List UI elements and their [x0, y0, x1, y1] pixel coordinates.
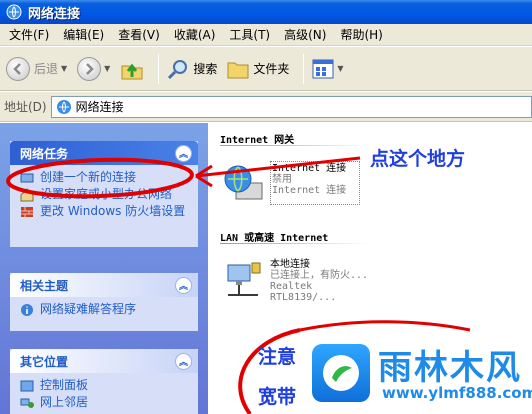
group-divider: [220, 145, 370, 146]
new-connection-icon: [20, 173, 34, 183]
forward-button[interactable]: ▼: [75, 51, 112, 87]
control-panel-icon: [20, 380, 34, 392]
task-label: 创建一个新的连接: [40, 170, 137, 184]
collapse-icon[interactable]: ︽: [175, 352, 192, 370]
task-create-connection[interactable]: 创建一个新的连接: [20, 171, 190, 185]
watermark-brand: 雨林木风: [378, 348, 522, 388]
back-arrow-icon: [6, 56, 30, 81]
connection-name: Internet 连接: [272, 163, 347, 174]
collapse-icon[interactable]: ︽: [175, 276, 192, 294]
annotation-note: 注意: [258, 346, 297, 368]
annotation-broadband: 宽带: [258, 386, 297, 408]
related-topics-header[interactable]: 相关主题 ︽: [10, 273, 198, 297]
internet-gateway-icon: [224, 165, 263, 200]
related-topics-title: 相关主题: [20, 278, 69, 293]
task-label: 控制面板: [40, 378, 89, 392]
menu-bar: 文件(F) 编辑(E) 查看(V) 收藏(A) 工具(T) 高级(N) 帮助(H…: [0, 24, 532, 46]
task-control-panel[interactable]: 控制面板: [20, 379, 190, 393]
task-label: 网络疑难解答程序: [40, 302, 137, 316]
connection-status: 已连接上，有防火...: [270, 270, 369, 281]
address-input[interactable]: 网络连接: [50, 95, 532, 118]
folders-button[interactable]: 文件夹: [225, 51, 291, 87]
chevron-down-icon[interactable]: ▼: [337, 64, 343, 73]
task-label: 网上邻居: [40, 395, 89, 409]
search-icon: [168, 59, 188, 79]
task-network-troubleshooter[interactable]: 网络疑难解答程序: [20, 303, 190, 317]
menu-advanced[interactable]: 高级(N): [277, 26, 333, 43]
network-tasks-panel: 网络任务 ︽ 创建一个新的连接 设置家庭或小型办公网络 更改 Windows 防…: [10, 141, 198, 247]
local-connection-item[interactable]: 本地连接 已连接上，有防火... Realtek RTL8139/...: [222, 259, 382, 303]
task-setup-home-network[interactable]: 设置家庭或小型办公网络: [20, 188, 190, 202]
task-network-places[interactable]: 网上邻居: [20, 396, 190, 410]
task-label: 更改 Windows 防火墙设置: [40, 204, 186, 218]
toolbar-separator: [303, 53, 305, 84]
menu-tools[interactable]: 工具(T): [222, 26, 277, 43]
other-places-header[interactable]: 其它位置 ︽: [10, 349, 198, 373]
watermark-logo-icon: [312, 344, 370, 402]
group-header-lan: LAN 或高速 Internet: [220, 233, 329, 244]
folder-icon: [227, 62, 249, 78]
menu-file[interactable]: 文件(F): [2, 26, 56, 43]
network-tasks-title: 网络任务: [20, 146, 69, 161]
back-button[interactable]: 后退 ▼: [4, 51, 69, 87]
network-connections-icon: [56, 99, 71, 114]
search-button[interactable]: 搜索: [165, 51, 219, 87]
back-label: 后退: [34, 62, 59, 76]
lan-connection-icon: [227, 262, 261, 296]
group-header-internet: Internet 网关: [220, 135, 295, 146]
window-title: 网络连接: [28, 6, 81, 22]
info-icon: [21, 304, 33, 316]
forward-arrow-icon: [77, 56, 102, 81]
connection-device: Realtek RTL8139/...: [270, 281, 337, 303]
address-bar: 地址(D) 网络连接: [0, 92, 532, 122]
network-places-icon: [20, 398, 34, 408]
collapse-icon[interactable]: ︽: [175, 144, 192, 162]
connection-name: 本地连接: [270, 259, 310, 270]
watermark: 雨林木风 www.ylmf888.com: [312, 340, 532, 410]
menu-view[interactable]: 查看(V): [111, 26, 167, 43]
views-icon: [312, 59, 334, 78]
task-pane: 网络任务 ︽ 创建一个新的连接 设置家庭或小型办公网络 更改 Windows 防…: [0, 123, 208, 414]
chevron-down-icon[interactable]: ▼: [104, 64, 110, 73]
toolbar: 后退 ▼ ▼ 搜索 文件夹 ▼: [0, 47, 532, 91]
address-label: 地址(D): [4, 100, 47, 114]
internet-connection-item[interactable]: Internet 连接 禁用 Internet 连接: [222, 161, 360, 205]
views-button[interactable]: ▼: [310, 51, 345, 87]
related-topics-panel: 相关主题 ︽ 网络疑难解答程序: [10, 273, 198, 331]
menu-help[interactable]: 帮助(H): [333, 26, 389, 43]
connection-device: Internet 连接: [272, 185, 347, 196]
menu-favorites[interactable]: 收藏(A): [167, 26, 223, 43]
search-label: 搜索: [193, 62, 218, 76]
other-places-title: 其它位置: [20, 354, 69, 369]
connection-status: 禁用: [272, 174, 292, 185]
task-firewall-settings[interactable]: 更改 Windows 防火墙设置: [20, 205, 190, 219]
other-places-panel: 其它位置 ︽ 控制面板 网上邻居: [10, 349, 198, 414]
folders-label: 文件夹: [253, 62, 290, 76]
network-tasks-header[interactable]: 网络任务 ︽: [10, 141, 198, 165]
up-button[interactable]: [118, 51, 146, 87]
chevron-down-icon[interactable]: ▼: [61, 64, 67, 73]
firewall-icon: [21, 207, 33, 217]
title-bar: 网络连接: [0, 0, 532, 24]
menu-edit[interactable]: 编辑(E): [56, 26, 111, 43]
watermark-url: www.ylmf888.com: [382, 384, 532, 402]
address-value: 网络连接: [75, 100, 124, 114]
task-label: 设置家庭或小型办公网络: [40, 187, 173, 201]
group-divider: [220, 243, 370, 244]
home-network-icon: [20, 188, 34, 202]
toolbar-separator: [158, 53, 160, 84]
annotation-click-here: 点这个地方: [370, 148, 466, 170]
folder-up-icon: [121, 63, 143, 79]
network-connections-icon: [6, 4, 22, 20]
